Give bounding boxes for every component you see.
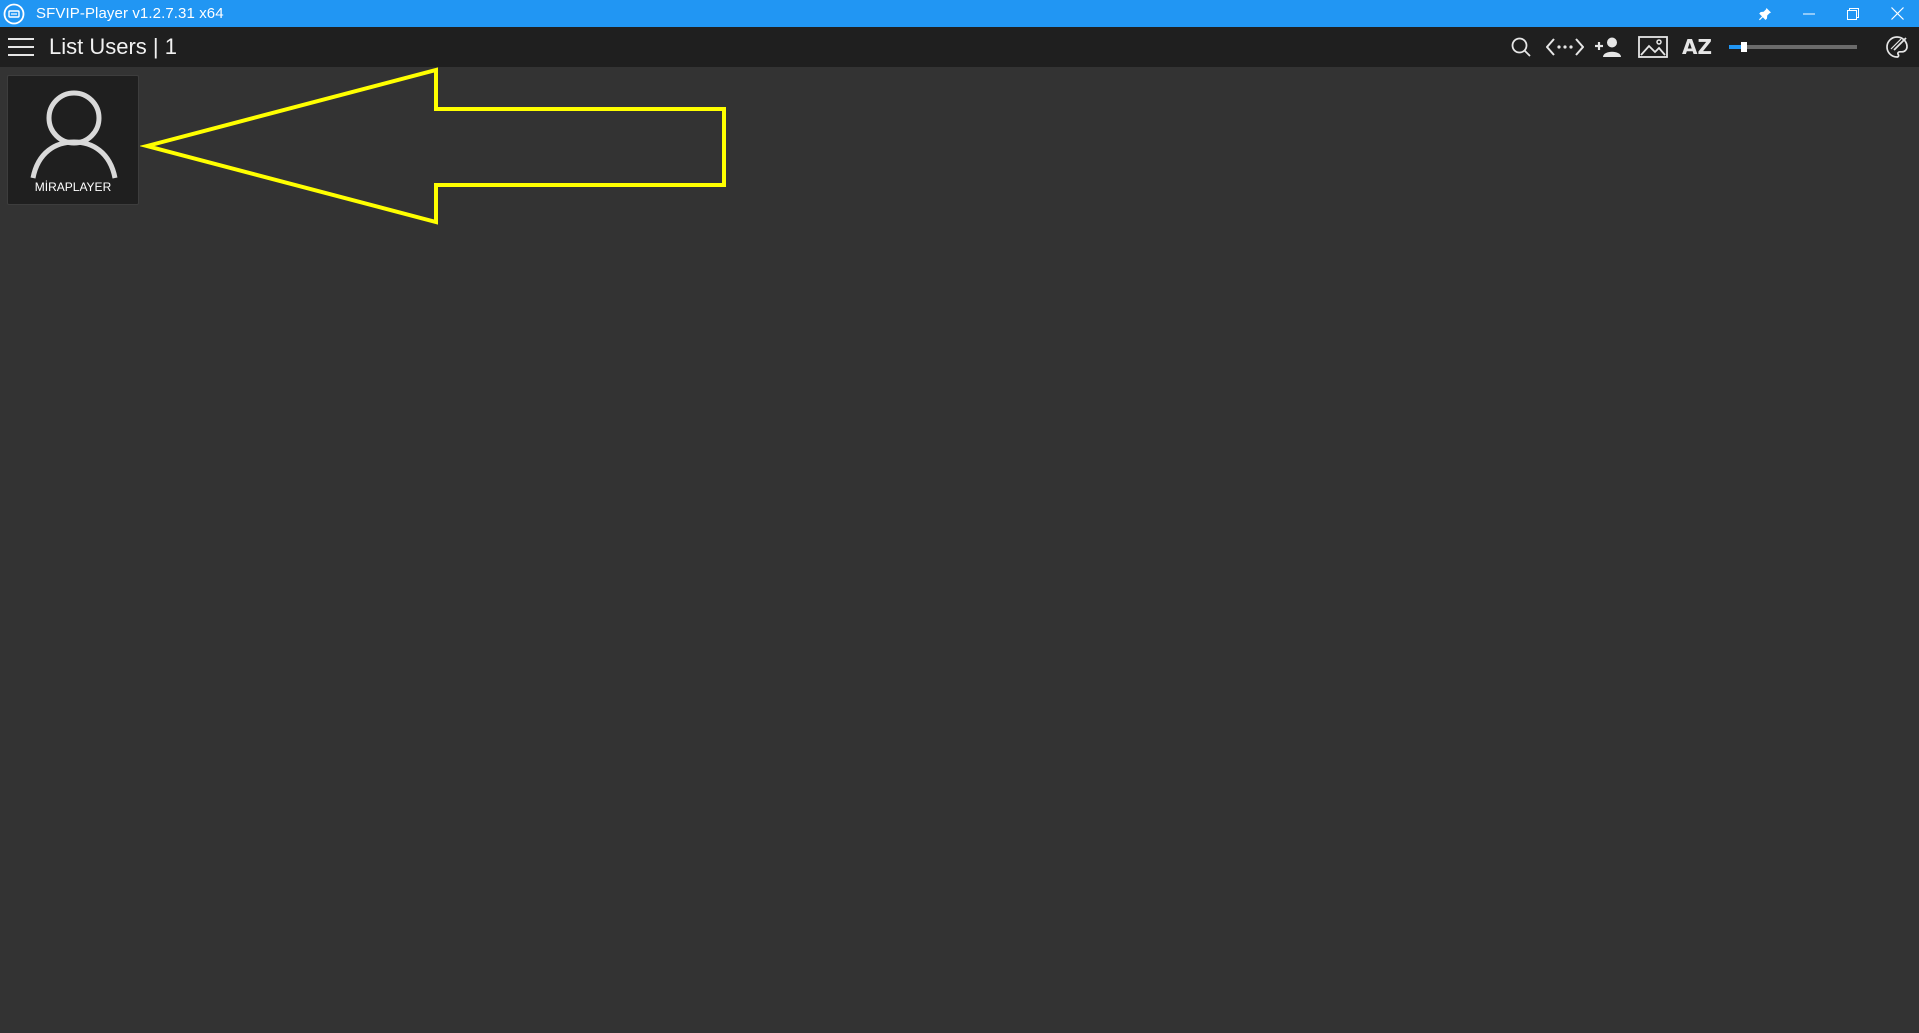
minimize-icon[interactable]: [1787, 0, 1831, 27]
sort-az-icon[interactable]: AZ: [1675, 27, 1719, 67]
search-icon[interactable]: [1499, 27, 1543, 67]
zoom-fill: [1729, 45, 1741, 49]
hamburger-menu-icon[interactable]: [8, 36, 34, 58]
user-name: MİRAPLAYER: [34, 180, 112, 194]
toolbar-actions: AZ: [1499, 27, 1919, 67]
window-title: SFVIP-Player v1.2.7.31 x64: [36, 5, 224, 22]
sort-az-label: AZ: [1682, 35, 1712, 59]
page-title: List Users | 1: [49, 34, 177, 59]
restore-icon[interactable]: [1831, 0, 1875, 27]
window-controls: [1743, 0, 1919, 27]
add-user-icon[interactable]: [1587, 27, 1631, 67]
annotation-arrow: [140, 67, 726, 225]
close-icon[interactable]: [1875, 0, 1919, 27]
toolbar: List Users | 1 AZ: [0, 27, 1919, 67]
theme-palette-icon[interactable]: [1875, 27, 1919, 67]
users-list: MİRAPLAYER: [0, 67, 1919, 1033]
user-avatar-icon: [28, 82, 120, 187]
zoom-thumb[interactable]: [1741, 42, 1747, 52]
code-brackets-icon[interactable]: [1543, 27, 1587, 67]
pin-icon[interactable]: [1743, 0, 1787, 27]
image-icon[interactable]: [1631, 27, 1675, 67]
zoom-track: [1729, 45, 1857, 49]
zoom-slider[interactable]: [1729, 42, 1857, 52]
sfvip-logo-icon: [2, 2, 26, 26]
title-bar: SFVIP-Player v1.2.7.31 x64: [0, 0, 1919, 27]
user-card[interactable]: MİRAPLAYER: [7, 75, 139, 205]
